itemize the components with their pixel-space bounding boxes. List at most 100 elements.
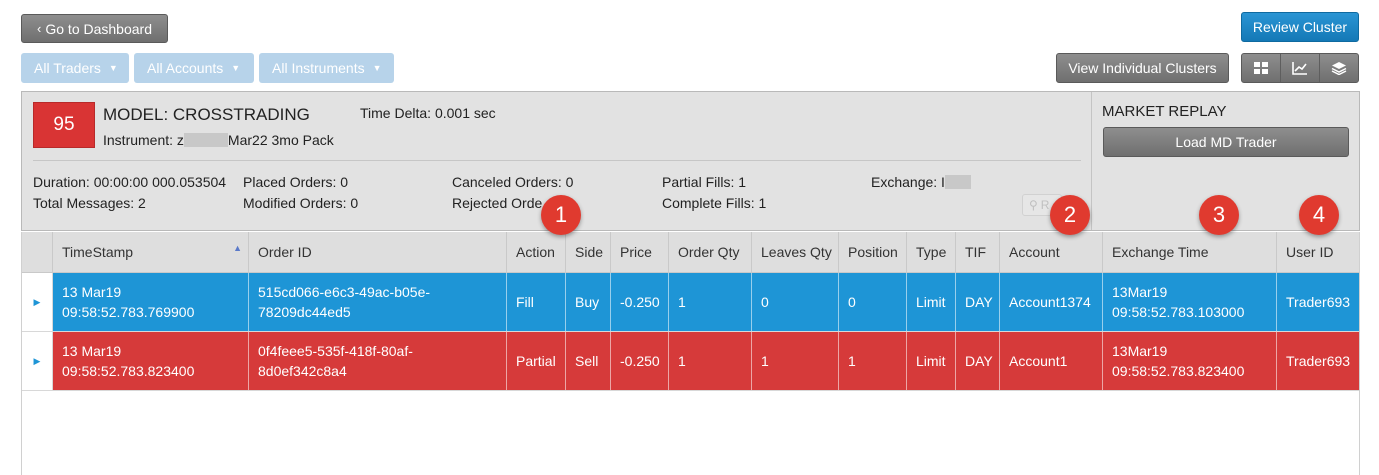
exchange-time: 09:58:52.783.823400 <box>1112 363 1245 379</box>
col-user-id[interactable]: User ID <box>1277 232 1359 272</box>
exchange-label: Exchange: I <box>871 174 945 190</box>
expand-column-header <box>22 232 53 272</box>
instrument-label: Instrument: z Mar22 3mo Pack <box>103 132 334 148</box>
load-md-trader-button[interactable]: Load MD Trader <box>1103 127 1349 157</box>
order-id-line1: 515cd066-e6c3-49ac-b05e- <box>258 284 431 300</box>
instruments-filter-label: All Instruments <box>272 60 365 76</box>
side-value: Sell <box>575 353 599 369</box>
market-replay-divider <box>1091 92 1092 230</box>
review-cluster-button[interactable]: Review Cluster <box>1241 12 1359 42</box>
grid-view-icon[interactable] <box>1242 54 1281 82</box>
cell-leaves-qty: 1 <box>752 332 839 390</box>
col-type[interactable]: Type <box>907 232 956 272</box>
cell-tif: DAY <box>956 332 1000 390</box>
timestamp-date: 13 Mar19 <box>62 343 122 359</box>
zoom-icon: ⚲ <box>1029 198 1038 212</box>
user-id-value: Trader693 <box>1286 294 1351 310</box>
caret-down-icon: ▼ <box>372 63 382 73</box>
sort-ascending-icon: ▲ <box>233 243 242 253</box>
col-order-id[interactable]: Order ID <box>249 232 507 272</box>
load-md-trader-label: Load MD Trader <box>1175 134 1277 150</box>
col-tif-label: TIF <box>965 244 986 260</box>
col-action[interactable]: Action <box>507 232 566 272</box>
side-value: Buy <box>575 294 600 310</box>
table-row[interactable]: ▶ 13 Mar19 09:58:52.783.769900 515cd066-… <box>22 273 1359 331</box>
cell-order-id: 515cd066-e6c3-49ac-b05e- 78209dc44ed5 <box>249 273 507 331</box>
expand-row-icon[interactable]: ▶ <box>22 273 53 331</box>
callout-badge-4: 4 <box>1299 195 1339 235</box>
col-exchange-time-label: Exchange Time <box>1112 244 1209 260</box>
exchange-date: 13Mar19 <box>1112 343 1168 359</box>
col-account[interactable]: Account <box>1000 232 1103 272</box>
row-divider <box>22 390 1359 391</box>
timestamp-time: 09:58:52.783.823400 <box>62 363 195 379</box>
cell-order-qty: 1 <box>669 332 752 390</box>
col-position-label: Position <box>848 244 898 260</box>
col-timestamp[interactable]: TimeStamp ▲ <box>53 232 249 272</box>
cell-order-qty: 1 <box>669 273 752 331</box>
user-id-value: Trader693 <box>1286 353 1351 369</box>
exchange-date: 13Mar19 <box>1112 284 1168 300</box>
col-price-label: Price <box>620 244 652 260</box>
canceled-orders-stat: Canceled Orders: 0 <box>452 174 574 190</box>
account-value: Account1 <box>1009 353 1068 369</box>
cell-tif: DAY <box>956 273 1000 331</box>
instrument-suffix: Mar22 3mo Pack <box>227 132 334 148</box>
type-value: Limit <box>916 353 946 369</box>
duration-stat: Duration: 00:00:00 000.053504 <box>33 174 227 190</box>
cell-order-id: 0f4feee5-535f-418f-80af- 8d0ef342c8a4 <box>249 332 507 390</box>
view-individual-clusters-button[interactable]: View Individual Clusters <box>1056 53 1229 83</box>
expand-row-icon[interactable]: ▶ <box>22 332 53 390</box>
score-badge: 95 <box>33 102 95 148</box>
account-value: Account1374 <box>1009 294 1091 310</box>
cell-account: Account1374 <box>1000 273 1103 331</box>
view-toggle-group <box>1241 53 1359 83</box>
order-id-line1: 0f4feee5-535f-418f-80af- <box>258 343 413 359</box>
line-chart-icon[interactable] <box>1281 54 1320 82</box>
tif-value: DAY <box>965 294 993 310</box>
col-leaves-qty[interactable]: Leaves Qty <box>752 232 839 272</box>
col-price[interactable]: Price <box>611 232 669 272</box>
order-qty-value: 1 <box>678 353 686 369</box>
callout-badge-2: 2 <box>1050 195 1090 235</box>
cell-side: Buy <box>566 273 611 331</box>
partial-fills-stat: Partial Fills: 1 <box>662 174 747 190</box>
timestamp-time: 09:58:52.783.769900 <box>62 304 195 320</box>
traders-filter-dropdown[interactable]: All Traders ▼ <box>21 53 129 83</box>
caret-down-icon: ▼ <box>231 63 241 73</box>
cell-user-id: Trader693 <box>1277 273 1359 331</box>
review-cluster-label: Review Cluster <box>1252 19 1348 35</box>
layers-icon[interactable] <box>1320 54 1358 82</box>
col-order-qty[interactable]: Order Qty <box>669 232 752 272</box>
instruments-filter-dropdown[interactable]: All Instruments ▼ <box>259 53 394 83</box>
callout-badge-3: 3 <box>1199 195 1239 235</box>
cell-side: Sell <box>566 332 611 390</box>
traders-filter-label: All Traders <box>34 60 101 76</box>
table-row[interactable]: ▶ 13 Mar19 09:58:52.783.823400 0f4feee5-… <box>22 332 1359 390</box>
complete-fills-stat: Complete Fills: 1 <box>662 195 767 211</box>
col-position[interactable]: Position <box>839 232 907 272</box>
col-exchange-time[interactable]: Exchange Time <box>1103 232 1277 272</box>
col-tif[interactable]: TIF <box>956 232 1000 272</box>
col-action-label: Action <box>516 244 555 260</box>
action-value: Fill <box>516 294 534 310</box>
view-individual-clusters-label: View Individual Clusters <box>1068 60 1217 76</box>
cell-account: Account1 <box>1000 332 1103 390</box>
cell-type: Limit <box>907 273 956 331</box>
rejected-orders-stat: Rejected Orde <box>452 195 543 211</box>
panel-divider <box>33 160 1081 161</box>
reset-zoom-label: R <box>1040 198 1050 212</box>
modified-orders-stat: Modified Orders: 0 <box>243 195 359 211</box>
cell-leaves-qty: 0 <box>752 273 839 331</box>
cell-price: -0.250 <box>611 273 669 331</box>
col-side[interactable]: Side <box>566 232 611 272</box>
cell-action: Fill <box>507 273 566 331</box>
col-account-label: Account <box>1009 244 1060 260</box>
go-to-dashboard-button[interactable]: ‹ Go to Dashboard <box>21 14 168 43</box>
accounts-filter-dropdown[interactable]: All Accounts ▼ <box>134 53 254 83</box>
leaves-qty-value: 0 <box>761 294 769 310</box>
time-delta: Time Delta: 0.001 sec <box>360 105 496 121</box>
cell-exchange-time: 13Mar19 09:58:52.783.103000 <box>1103 273 1277 331</box>
order-id-line2: 8d0ef342c8a4 <box>258 363 347 379</box>
cell-user-id: Trader693 <box>1277 332 1359 390</box>
